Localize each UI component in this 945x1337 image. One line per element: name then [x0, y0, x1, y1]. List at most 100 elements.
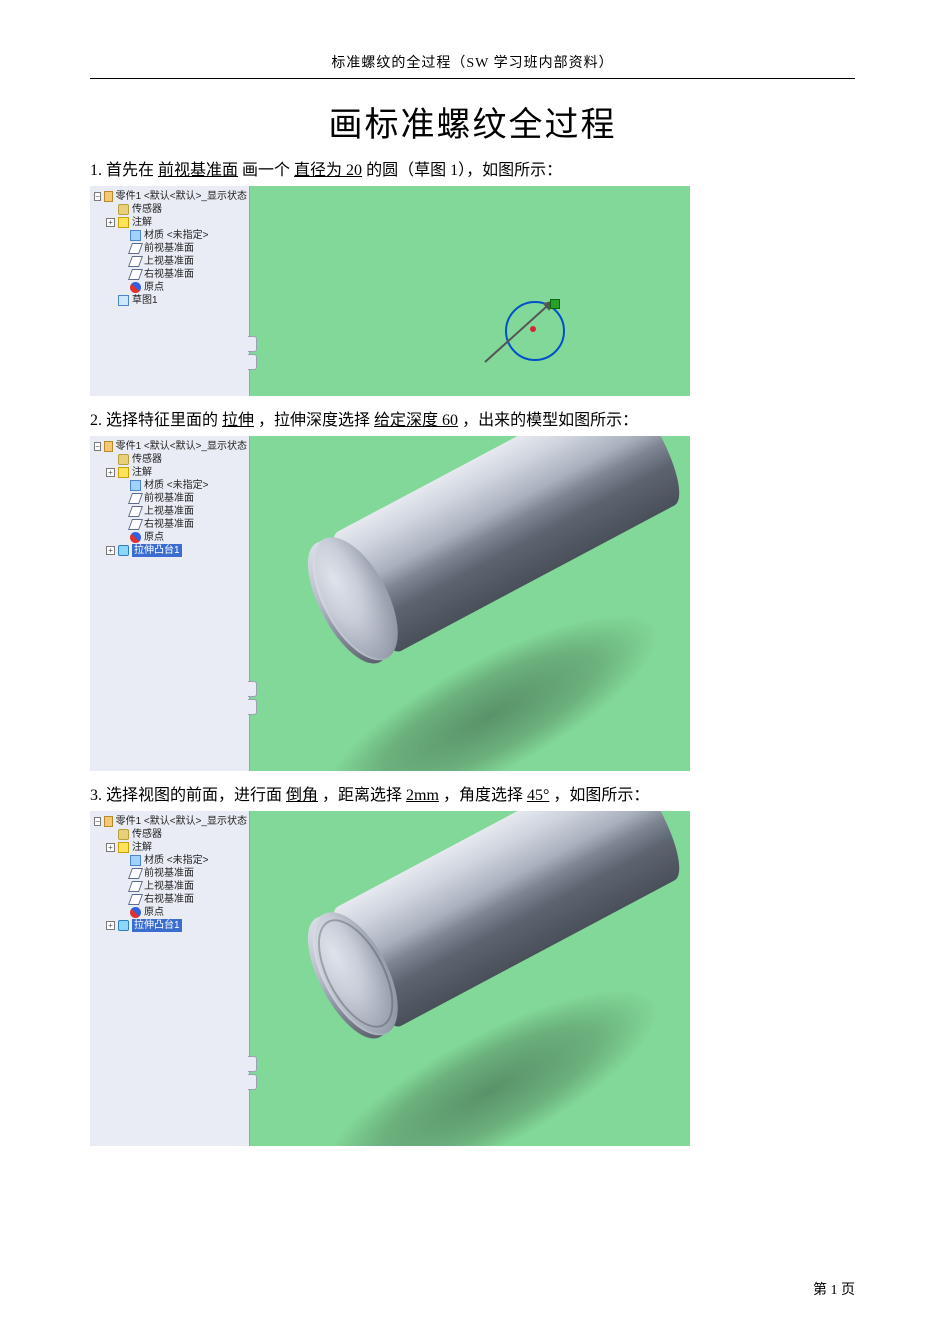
tree-plane-front[interactable]: 前视基准面 [94, 867, 247, 880]
tree-annot-label: 注解 [132, 216, 152, 229]
step-2-t2: ，拉伸深度选择 [258, 412, 370, 429]
tree-plane-label: 前视基准面 [144, 867, 194, 880]
tree-mat-label: 材质 <未指定> [144, 479, 208, 492]
tree-material[interactable]: 材质 <未指定> [94, 229, 247, 242]
expander-icon [118, 283, 127, 292]
plane-icon [128, 881, 143, 892]
expander-icon [118, 895, 127, 904]
feature-tree[interactable]: − 零件1 <默认<默认>_显示状态 传感器 + 注解 材 [90, 811, 249, 932]
expander-icon[interactable]: − [94, 442, 101, 451]
screenshot-1: − 零件1 <默认<默认>_显示状态 传感器 + 注解 材 [90, 186, 690, 396]
step-1-text: 1. 首先在 前视基准面 画一个 直径为 20 的圆（草图 1），如图所示： [90, 160, 855, 182]
tree-plane-label: 前视基准面 [144, 242, 194, 255]
feature-tree-panel: − 零件1 <默认<默认>_显示状态 传感器 + 注解 材 [90, 811, 250, 1146]
sensor-icon [118, 454, 129, 465]
tree-sensor[interactable]: 传感器 [94, 453, 247, 466]
expander-icon[interactable]: + [106, 921, 115, 930]
step-3-t1: 选择视图的前面，进行面 [106, 787, 282, 804]
tree-plane-right[interactable]: 右视基准面 [94, 893, 247, 906]
tree-root-label: 零件1 <默认<默认>_显示状态 [116, 440, 247, 453]
feature-tree[interactable]: − 零件1 <默认<默认>_显示状态 传感器 + 注解 材 [90, 186, 249, 307]
graphics-viewport[interactable] [250, 436, 690, 771]
tree-plane-right[interactable]: 右视基准面 [94, 518, 247, 531]
material-icon [130, 230, 141, 241]
expander-icon[interactable]: − [94, 817, 101, 826]
material-icon [130, 480, 141, 491]
tree-material[interactable]: 材质 <未指定> [94, 854, 247, 867]
plane-icon [128, 256, 143, 267]
extrude-feature-icon [118, 920, 129, 931]
tree-root[interactable]: − 零件1 <默认<默认>_显示状态 [94, 440, 247, 453]
step-1-t1: 首先在 [106, 162, 154, 179]
step-3-t2: ，距离选择 [322, 787, 406, 804]
feature-tree[interactable]: − 零件1 <默认<默认>_显示状态 传感器 + 注解 材 [90, 436, 249, 557]
tree-plane-top[interactable]: 上视基准面 [94, 505, 247, 518]
plane-icon [128, 243, 143, 254]
step-3-num: 3. [90, 787, 102, 804]
expander-icon[interactable]: + [106, 468, 115, 477]
tree-annot[interactable]: + 注解 [94, 216, 247, 229]
tree-plane-label: 上视基准面 [144, 505, 194, 518]
tree-origin[interactable]: 原点 [94, 281, 247, 294]
tree-annot[interactable]: + 注解 [94, 466, 247, 479]
tree-sensor-label: 传感器 [132, 203, 162, 216]
document-page: 标准螺纹的全过程（SW 学习班内部资料） 画标准螺纹全过程 1. 首先在 前视基… [0, 0, 945, 1337]
expander-icon [118, 533, 127, 542]
step-2-t1: 选择特征里面的 [106, 412, 218, 429]
tree-plane-label: 右视基准面 [144, 268, 194, 281]
step-2-u1: 拉伸 [222, 412, 254, 429]
tree-plane-top[interactable]: 上视基准面 [94, 255, 247, 268]
tree-sensor[interactable]: 传感器 [94, 203, 247, 216]
tree-plane-front[interactable]: 前视基准面 [94, 492, 247, 505]
tree-material[interactable]: 材质 <未指定> [94, 479, 247, 492]
tree-root-label: 零件1 <默认<默认>_显示状态 [116, 190, 247, 203]
step-1-u1: 前视基准面 [158, 162, 238, 179]
expander-icon [118, 908, 127, 917]
step-1-num: 1. [90, 162, 102, 179]
sensor-icon [118, 204, 129, 215]
graphics-viewport[interactable] [250, 811, 690, 1146]
step-2-text: 2. 选择特征里面的 拉伸 ，拉伸深度选择 给定深度 60 ，出来的模型如图所示… [90, 410, 855, 432]
expander-icon [106, 455, 115, 464]
expander-icon[interactable]: − [94, 192, 101, 201]
tree-root-label: 零件1 <默认<默认>_显示状态 [116, 815, 247, 828]
tree-sketch[interactable]: 草图1 [94, 294, 247, 307]
tree-plane-label: 右视基准面 [144, 518, 194, 531]
plane-icon [128, 269, 143, 280]
sketch-icon [118, 295, 129, 306]
tree-annot-label: 注解 [132, 841, 152, 854]
graphics-viewport[interactable] [250, 186, 690, 396]
tree-sensor[interactable]: 传感器 [94, 828, 247, 841]
expander-icon [118, 882, 127, 891]
tree-plane-front[interactable]: 前视基准面 [94, 242, 247, 255]
tree-origin[interactable]: 原点 [94, 906, 247, 919]
expander-icon [118, 270, 127, 279]
tree-root[interactable]: − 零件1 <默认<默认>_显示状态 [94, 815, 247, 828]
tree-plane-right[interactable]: 右视基准面 [94, 268, 247, 281]
step-3-t4: ，如图所示： [553, 787, 649, 804]
tree-annot[interactable]: + 注解 [94, 841, 247, 854]
tree-sketch-label: 草图1 [132, 294, 158, 307]
expander-icon[interactable]: + [106, 218, 115, 227]
expander-icon [118, 856, 127, 865]
expander-icon[interactable]: + [106, 546, 115, 555]
tree-root[interactable]: − 零件1 <默认<默认>_显示状态 [94, 190, 247, 203]
step-3-t3: ，角度选择 [443, 787, 527, 804]
expander-icon [118, 244, 127, 253]
tree-plane-label: 前视基准面 [144, 492, 194, 505]
expander-icon [118, 520, 127, 529]
part-icon [104, 816, 113, 827]
tree-feature-extrude[interactable]: + 拉伸凸台1 [94, 919, 247, 932]
tree-origin[interactable]: 原点 [94, 531, 247, 544]
tree-mat-label: 材质 <未指定> [144, 854, 208, 867]
tree-sensor-label: 传感器 [132, 453, 162, 466]
tree-plane-top[interactable]: 上视基准面 [94, 880, 247, 893]
tree-plane-label: 右视基准面 [144, 893, 194, 906]
step-2-num: 2. [90, 412, 102, 429]
plane-icon [128, 519, 143, 530]
feature-tree-panel: − 零件1 <默认<默认>_显示状态 传感器 + 注解 材 [90, 186, 250, 396]
tree-feature-extrude[interactable]: + 拉伸凸台1 [94, 544, 247, 557]
expander-icon[interactable]: + [106, 843, 115, 852]
step-1-t3: 的圆（草图 1），如图所示： [366, 162, 562, 179]
part-icon [104, 191, 113, 202]
